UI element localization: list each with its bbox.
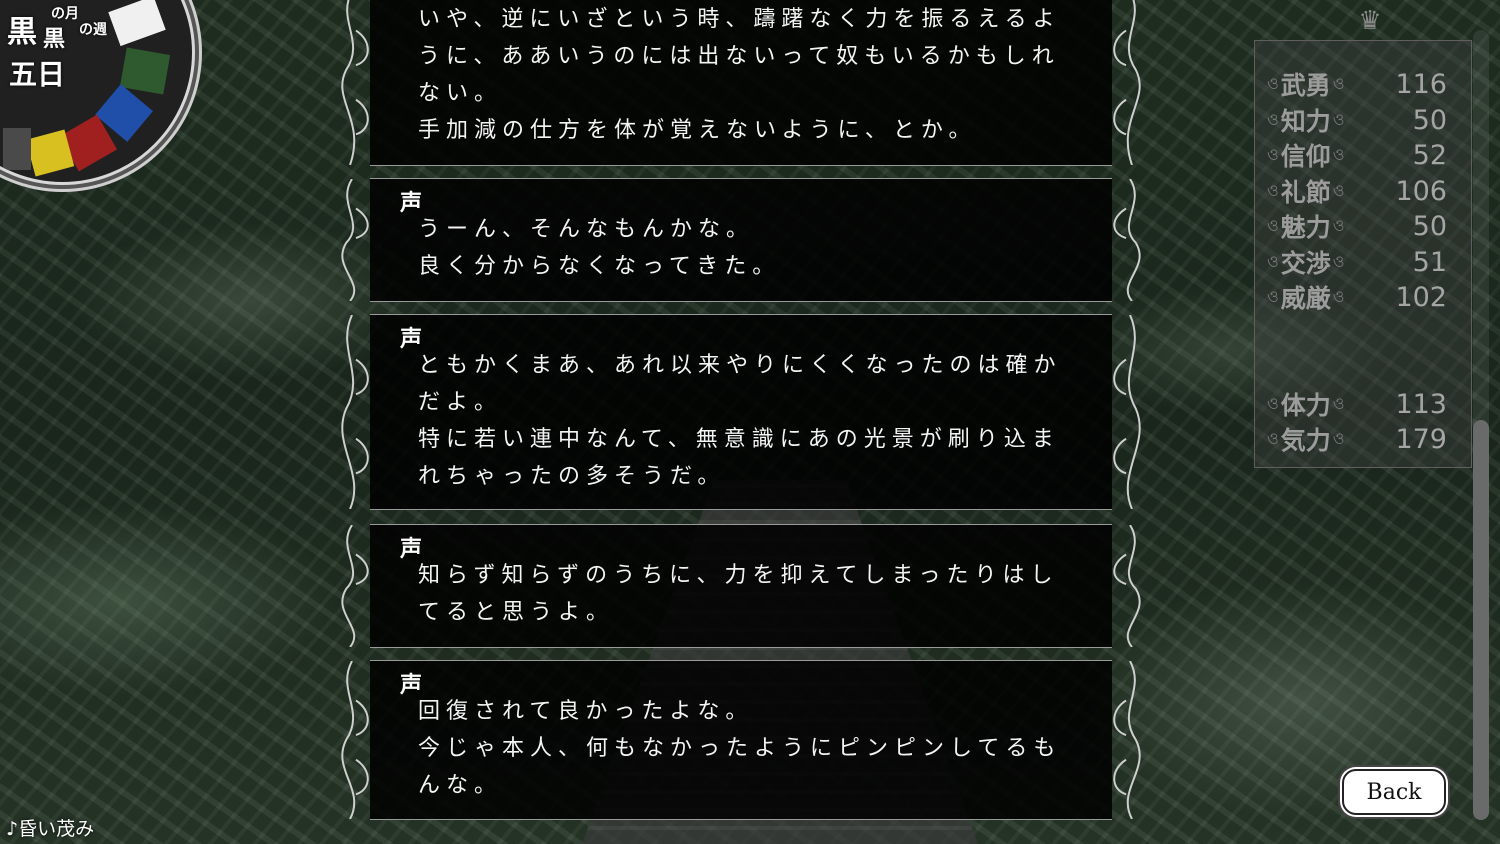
- stat-label: 信仰: [1280, 142, 1331, 171]
- stat-ornament-icon: ও: [1332, 180, 1345, 200]
- stat-value: 179: [1395, 423, 1447, 455]
- log-entry: 声 ともかくまあ、あれ以来やりにくくなったのは確か だよ。 特に若い連中なんて、…: [341, 314, 1141, 510]
- stat-ornament-icon: ও: [1267, 144, 1279, 164]
- stat-value: 116: [1395, 68, 1447, 100]
- back-button[interactable]: Back: [1342, 769, 1446, 815]
- stat-label: 気力: [1280, 426, 1331, 455]
- stat-label: 体力: [1280, 391, 1331, 420]
- log-line: いや、逆にいざという時、躊躇なく力を振るえるよ: [418, 7, 1061, 32]
- stat-row: ও 気力 ও 179: [1267, 422, 1467, 456]
- log-line: 特に若い連中なんて、無意識にあの光景が刷り込ま: [418, 427, 1060, 452]
- stat-ornament-icon: ও: [1332, 144, 1345, 164]
- log-line: 知らず知らずのうちに、力を抑えてしまったりはし: [418, 563, 1059, 588]
- stat-row: ও 知力 ও 50: [1267, 103, 1467, 137]
- stat-ornament-icon: ও: [1267, 109, 1279, 129]
- ornament-left-icon: [326, 0, 378, 166]
- stat-row: ও 信仰 ও 52: [1267, 138, 1467, 172]
- log-line: んな。: [418, 773, 503, 798]
- stat-value: 50: [1412, 104, 1447, 136]
- stat-row: ও 魅力 ও 50: [1267, 209, 1467, 243]
- stat-label: 知力: [1280, 107, 1331, 136]
- stat-row: ও 交渉 ও 51: [1267, 245, 1467, 279]
- stat-ornament-icon: ও: [1267, 251, 1279, 271]
- stat-value: 51: [1412, 246, 1447, 278]
- stat-ornament-icon: ও: [1267, 428, 1279, 448]
- stat-value: 102: [1395, 281, 1447, 313]
- stats-panel: ও 武勇 ও 116 ও 知力 ও 50 ও 信仰 ও 52 ও 礼節 ও 10…: [1254, 40, 1472, 468]
- log-line: 良く分からなくなってきた。: [418, 254, 781, 279]
- calendar-day-label: 五日: [9, 58, 66, 91]
- stat-label: 魅力: [1280, 213, 1331, 242]
- stat-value: 50: [1412, 210, 1447, 242]
- stat-ornament-icon: ও: [1267, 73, 1279, 93]
- calendar-month-label: の月: [51, 6, 79, 22]
- stat-value: 113: [1395, 388, 1447, 420]
- log-line: ない。: [418, 81, 503, 106]
- bgm-title: ♪昏い茂み: [6, 818, 95, 840]
- stat-ornament-icon: ও: [1332, 109, 1345, 129]
- stat-label: 礼節: [1280, 178, 1331, 207]
- ornament-left-icon: [326, 178, 378, 302]
- stat-ornament-icon: ও: [1332, 251, 1345, 271]
- log-entry: 声 回復されて良かったよな。 今じゃ本人、何もなかったようにピンピンしてるも ん…: [341, 660, 1141, 820]
- log-line: ともかくまあ、あれ以来やりにくくなったのは確か: [418, 353, 1062, 378]
- stat-ornament-icon: ও: [1267, 393, 1279, 413]
- stat-row: ও 体力 ও 113: [1267, 387, 1467, 421]
- ornament-right-icon: [1104, 314, 1156, 510]
- log-line: 手加減の仕方を体が覚えないように、とか。: [418, 118, 977, 143]
- log-line: れちゃったの多そうだ。: [418, 464, 726, 489]
- backlog-panel[interactable]: いや、逆にいざという時、躊躇なく力を振るえるよ うに、ああいうのには出ないって奴…: [330, 0, 1172, 844]
- stat-ornament-icon: ও: [1267, 180, 1279, 200]
- stat-label: 威厳: [1280, 284, 1331, 313]
- stat-row: ও 威厳 ও 102: [1267, 280, 1467, 314]
- log-entry: 声 うーん、そんなもんかな。 良く分からなくなってきた。: [341, 178, 1141, 302]
- crown-ornament-icon: ♛: [1358, 6, 1382, 36]
- scrollbar-thumb[interactable]: [1473, 420, 1489, 820]
- ornament-left-icon: [326, 660, 378, 820]
- stat-row: ও 礼節 ও 106: [1267, 174, 1467, 208]
- ornament-right-icon: [1104, 660, 1156, 820]
- ornament-left-icon: [326, 524, 378, 648]
- stat-ornament-icon: ও: [1332, 73, 1345, 93]
- calendar-week-label: の週: [79, 22, 107, 38]
- ornament-right-icon: [1104, 178, 1156, 302]
- log-entry: いや、逆にいざという時、躊躇なく力を振るえるよ うに、ああいうのには出ないって奴…: [341, 0, 1141, 166]
- stat-ornament-icon: ও: [1267, 286, 1279, 306]
- stat-ornament-icon: ও: [1332, 393, 1345, 413]
- stat-value: 106: [1395, 175, 1447, 207]
- stat-ornament-icon: ও: [1267, 215, 1279, 235]
- calendar-kuro-large: 黒: [7, 15, 37, 50]
- stat-ornament-icon: ও: [1332, 286, 1345, 306]
- stat-label: 武勇: [1280, 71, 1331, 100]
- stat-label: 交渉: [1280, 249, 1331, 278]
- ornament-right-icon: [1104, 524, 1156, 648]
- calendar-kuro-small: 黒: [43, 26, 66, 52]
- log-line: てると思うよ。: [418, 600, 615, 625]
- log-line: 回復されて良かったよな。: [418, 699, 754, 724]
- log-line: うーん、そんなもんかな。: [418, 217, 755, 242]
- stat-value: 52: [1412, 139, 1447, 171]
- log-line: 今じゃ本人、何もなかったようにピンピンしてるも: [418, 736, 1062, 761]
- stat-ornament-icon: ও: [1332, 428, 1345, 448]
- stat-ornament-icon: ও: [1332, 215, 1345, 235]
- ornament-left-icon: [326, 314, 378, 510]
- stat-row: ও 武勇 ও 116: [1267, 67, 1467, 101]
- log-line: うに、ああいうのには出ないって奴もいるかもしれ: [418, 44, 1060, 69]
- log-line: だよ。: [418, 390, 503, 415]
- log-entry: 声 知らず知らずのうちに、力を抑えてしまったりはし てると思うよ。: [341, 524, 1141, 648]
- ornament-right-icon: [1104, 0, 1156, 166]
